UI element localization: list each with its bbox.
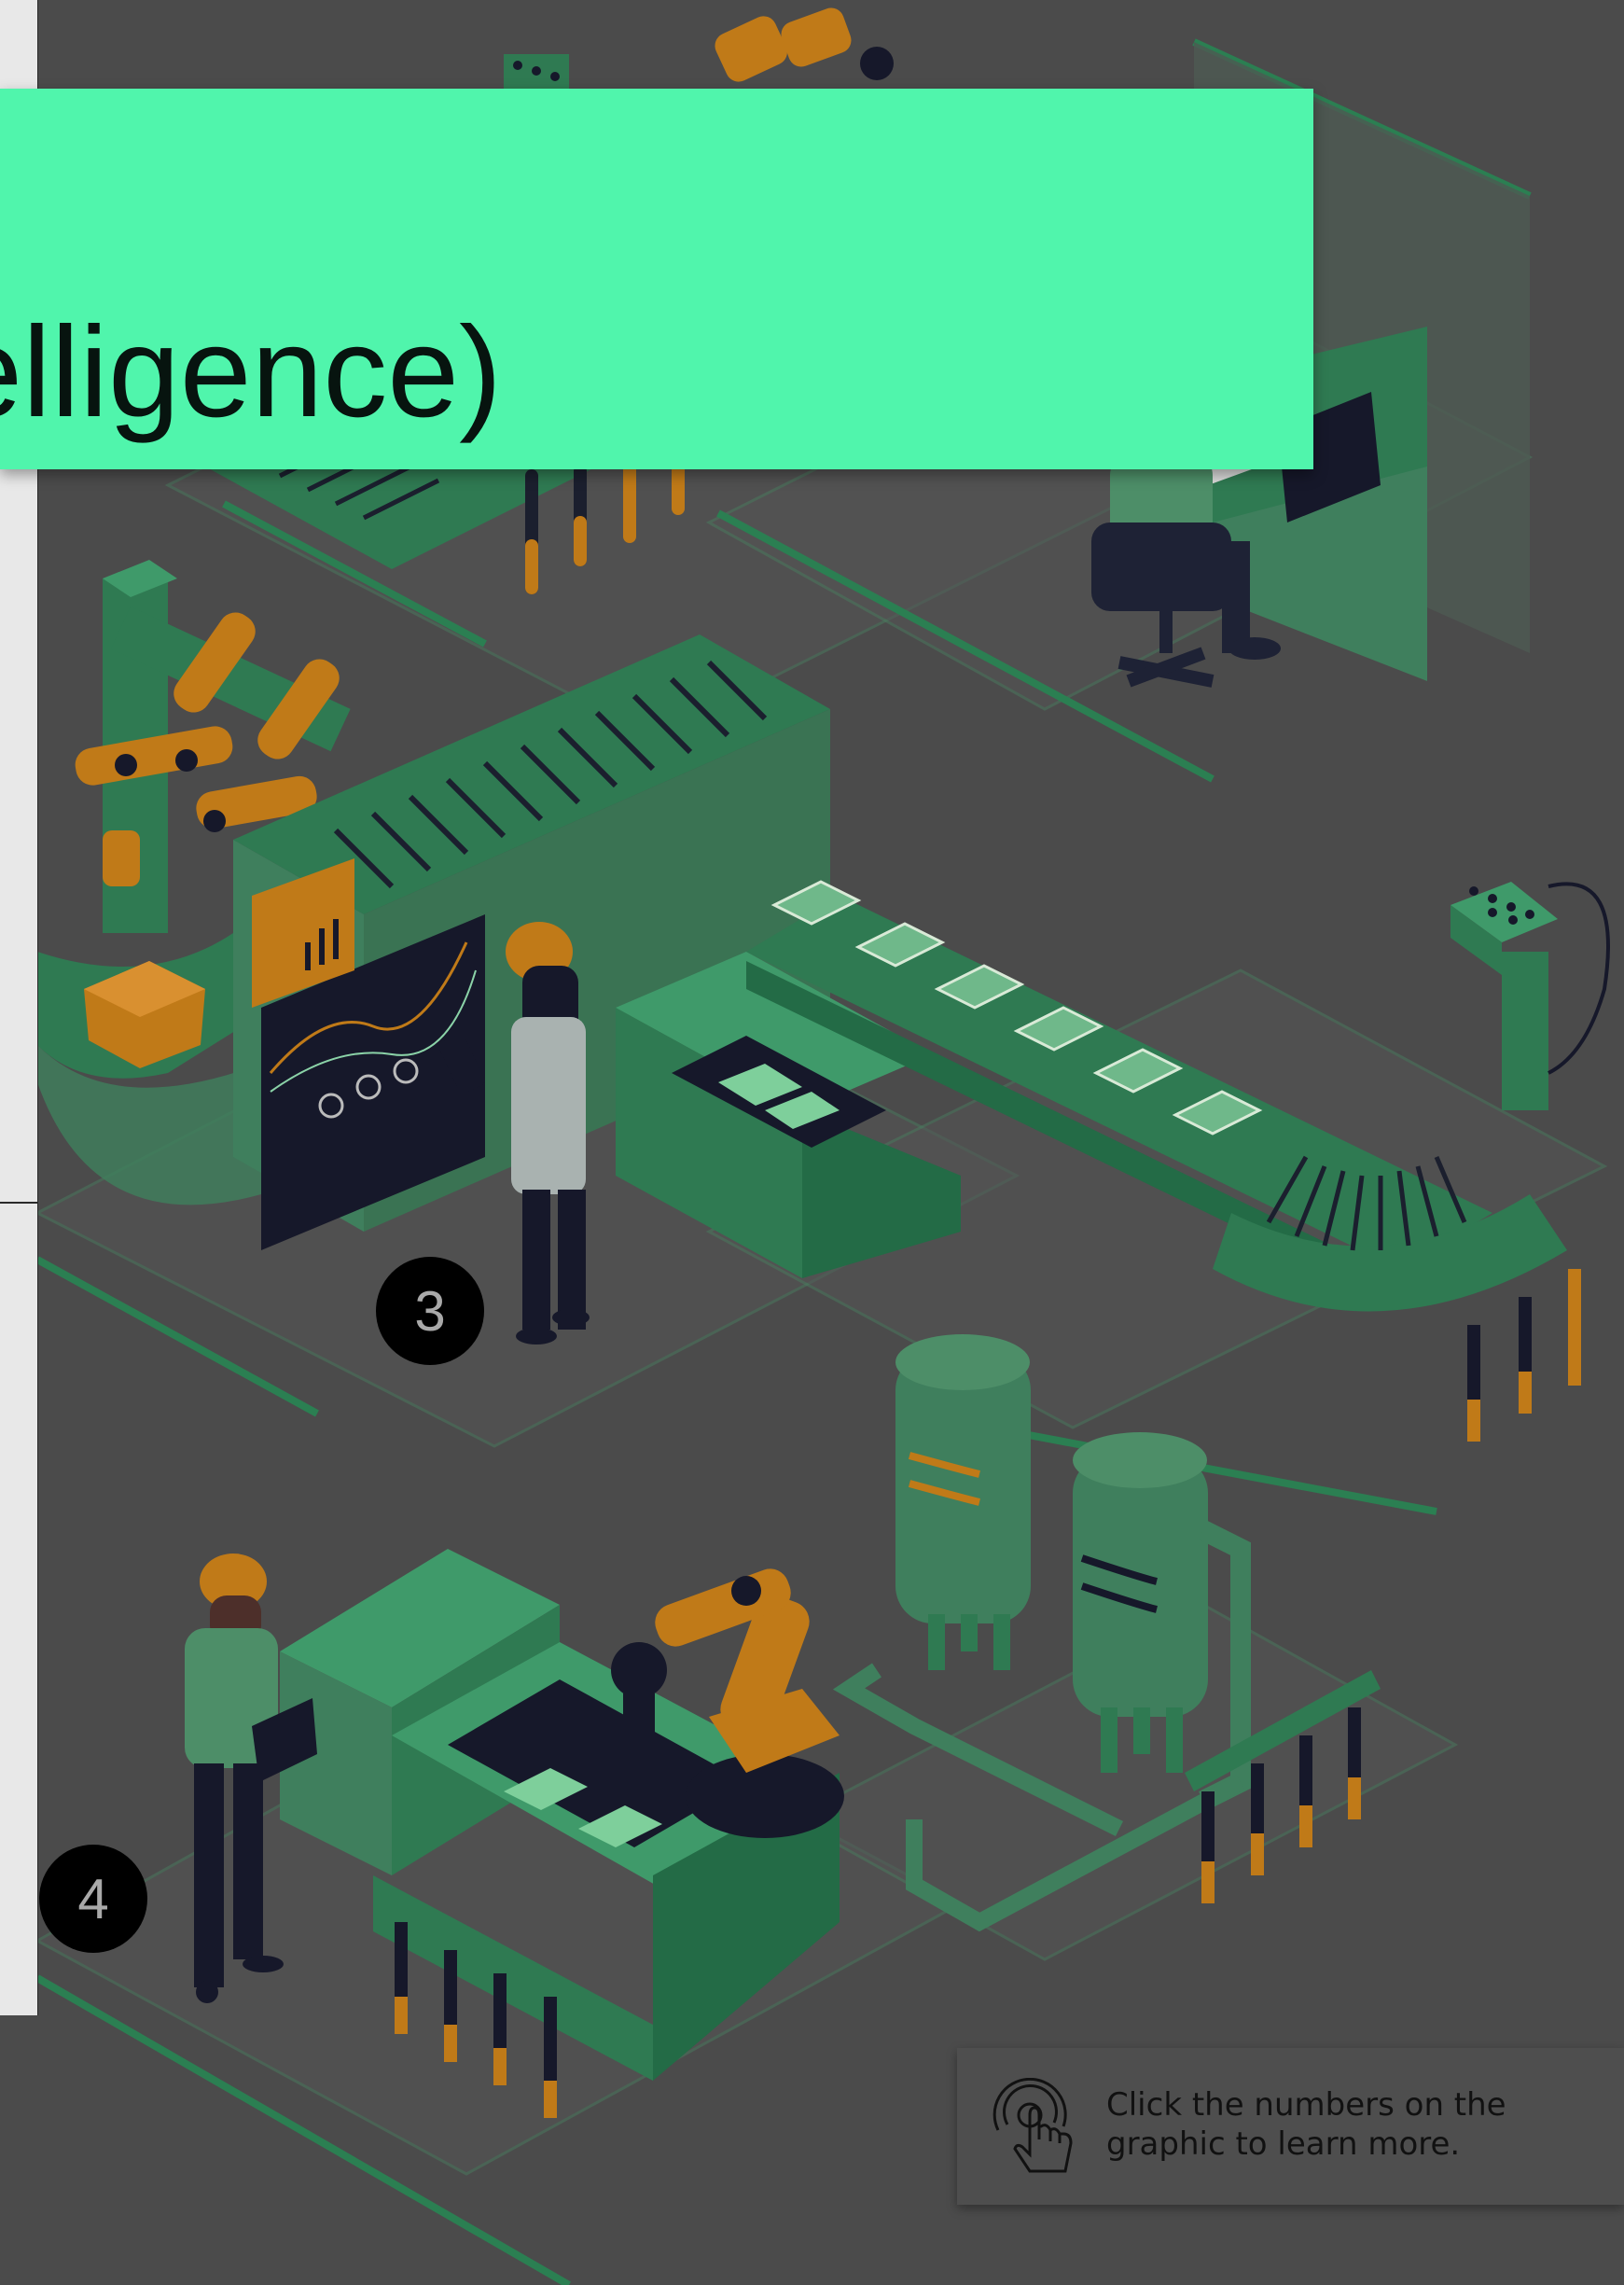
tap-hand-icon <box>992 2078 1073 2173</box>
top-robot-arm <box>715 7 894 82</box>
hotspot-4-button[interactable]: 4 <box>39 1845 147 1953</box>
page-title: elligence) <box>0 300 502 444</box>
top-control-box <box>504 54 569 90</box>
right-control-box <box>1450 882 1610 1110</box>
instruction-hint: Click the numbers on the graphic to lear… <box>957 2048 1624 2205</box>
title-banner: elligence) <box>0 89 1313 469</box>
hotspot-3-button[interactable]: 3 <box>376 1257 484 1365</box>
left-curved-conveyor <box>37 933 261 1205</box>
hint-text: Click the numbers on the graphic to lear… <box>1106 2086 1506 2163</box>
side-panel-divider <box>0 1202 37 1204</box>
